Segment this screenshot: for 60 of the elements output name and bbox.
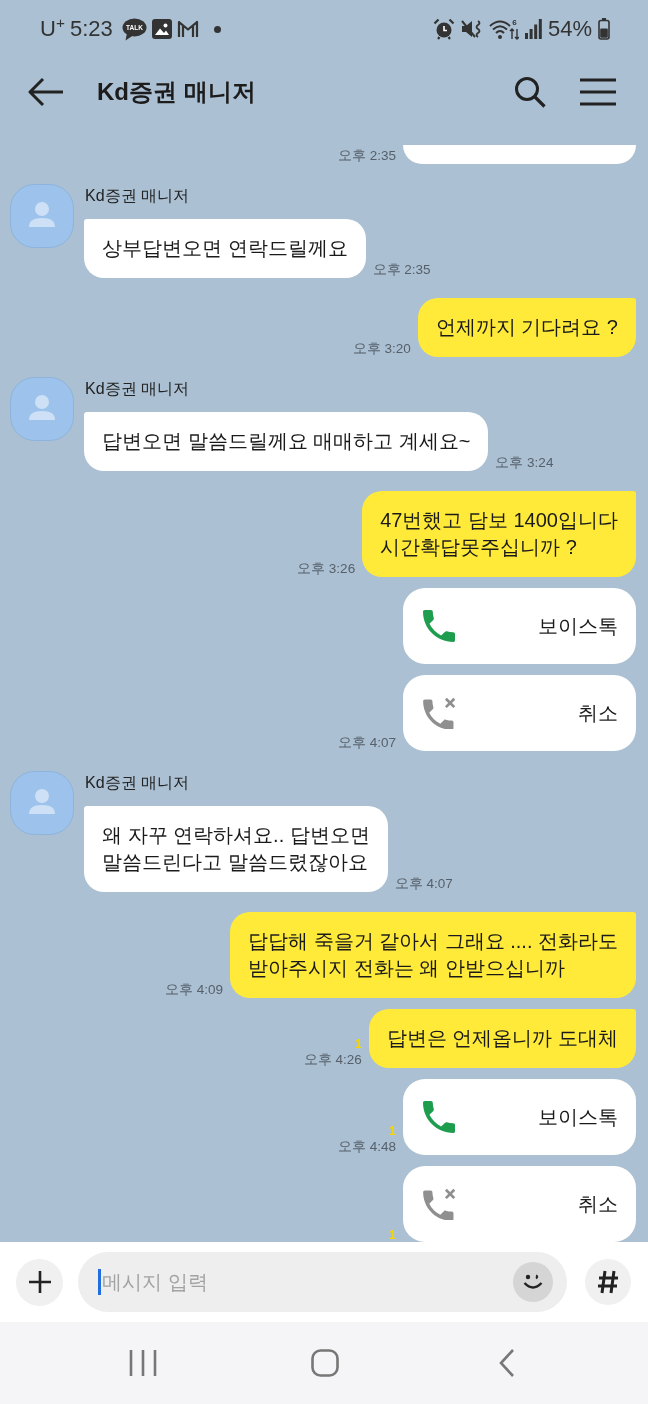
unread-count: 1: [389, 1228, 396, 1242]
message-time: 오후 4:09: [164, 981, 223, 998]
message-bubble: 상부답변오면 연락드릴께요: [84, 219, 366, 278]
recent-apps-icon: [129, 1349, 157, 1377]
call-record-card[interactable]: 보이스톡: [403, 1079, 636, 1155]
call-record-card[interactable]: 보이스톡: [403, 588, 636, 664]
home-icon: [311, 1349, 339, 1377]
call-label: 취소: [578, 1191, 618, 1217]
smiley-icon: [523, 1273, 543, 1291]
message-input[interactable]: 메시지 입력: [78, 1252, 567, 1312]
message-time: 오후 2:35: [337, 147, 396, 164]
sender-name: Kd증권 매니저: [85, 773, 189, 793]
home-button[interactable]: [311, 1349, 339, 1377]
message-bubble: 47번했고 담보 1400입니다 시간확답못주십니까 ?: [362, 491, 636, 577]
message-time: 오후 3:20: [352, 340, 411, 357]
carrier-label: U$^{+}$: [40, 16, 65, 42]
back-button[interactable]: [28, 76, 64, 107]
hash-icon: [597, 1270, 619, 1294]
clock-time: 5:23: [69, 16, 113, 42]
message-bubble: 답답해 죽을거 같아서 그래요 .... 전화라도 받아주시지 전화는 왜 안받으십니까: [230, 912, 636, 998]
add-button[interactable]: [16, 1258, 63, 1306]
call-record-card[interactable]: 취소: [403, 675, 636, 751]
back-arrow-icon: [28, 76, 64, 107]
search-button[interactable]: [514, 75, 546, 108]
call-label: 보이스톡: [538, 1104, 618, 1130]
message-time: 오후 4:07: [394, 875, 453, 892]
message-bubble: 왜 자꾸 연락하셔요.. 답변오면 말씀드린다고 말씀드렸잖아요: [84, 806, 388, 892]
speaker-muted-icon: [460, 18, 483, 40]
search-icon: [514, 75, 546, 108]
battery-percent: 54%: [547, 16, 592, 42]
unread-count: 1: [355, 1037, 362, 1051]
sender-name: Kd증권 매니저: [85, 379, 189, 399]
call-label: 취소: [578, 700, 618, 726]
plus-icon: [28, 1271, 51, 1293]
message-time: 오후 4:48: [337, 1138, 396, 1155]
message-time: 오후 3:24: [495, 454, 554, 471]
message-time: 오후 2:35: [372, 261, 431, 278]
unread-count: 1: [389, 1124, 396, 1138]
call-record-card[interactable]: 취소: [403, 1166, 636, 1242]
recent-apps-button[interactable]: [129, 1349, 157, 1377]
message-bubble: 답변은 언제옵니까 도대체: [368, 1009, 636, 1068]
message-time: 오후 4:07: [337, 734, 396, 751]
alarm-clock-icon: [432, 18, 455, 40]
image-icon: [151, 19, 172, 39]
nav-back-button[interactable]: [499, 1349, 515, 1377]
battery-icon: [598, 18, 610, 40]
call-label: 보이스톡: [538, 613, 618, 639]
mail-icon: [176, 20, 199, 38]
message-bubble: 언제까지 기다려요 ?: [417, 298, 636, 357]
hashtag-button[interactable]: [585, 1259, 631, 1305]
sender-name: Kd증권 매니저: [85, 186, 189, 206]
menu-icon: [580, 77, 616, 106]
message-time: 오후 4:26: [303, 1051, 362, 1068]
message-time: 오후 3:26: [297, 560, 356, 577]
chevron-left-icon: [499, 1349, 515, 1377]
dot-icon: [213, 25, 221, 33]
signal-icon: [524, 19, 542, 39]
menu-button[interactable]: [580, 77, 616, 106]
message-bubble: 답변오면 말씀드릴께요 매매하고 계세요~: [84, 412, 489, 471]
chat-title: Kd증권 매니저: [97, 76, 257, 107]
